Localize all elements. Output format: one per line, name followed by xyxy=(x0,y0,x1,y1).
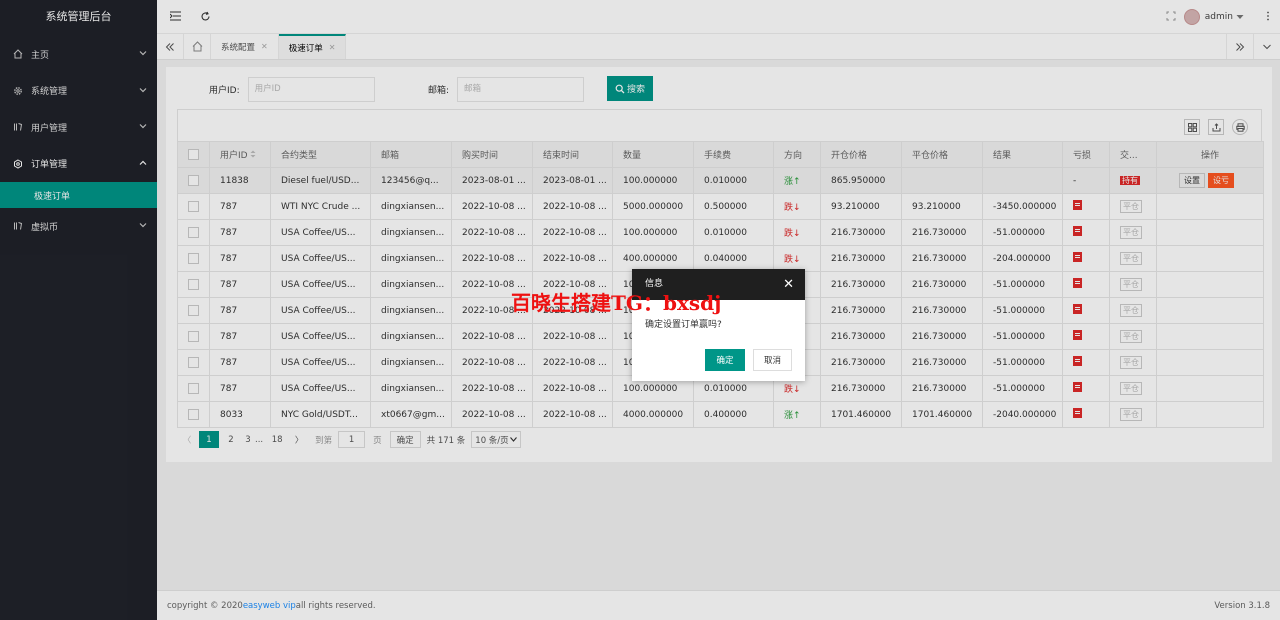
confirm-dialog: 信息 ✕ 确定设置订单赢吗? 确定 取消 xyxy=(632,269,805,381)
watermark: 百晓生搭建TG：bxsdj xyxy=(511,291,722,315)
ok-button[interactable]: 确定 xyxy=(705,349,745,371)
close-icon[interactable]: ✕ xyxy=(783,269,794,300)
cancel-button[interactable]: 取消 xyxy=(753,349,792,371)
